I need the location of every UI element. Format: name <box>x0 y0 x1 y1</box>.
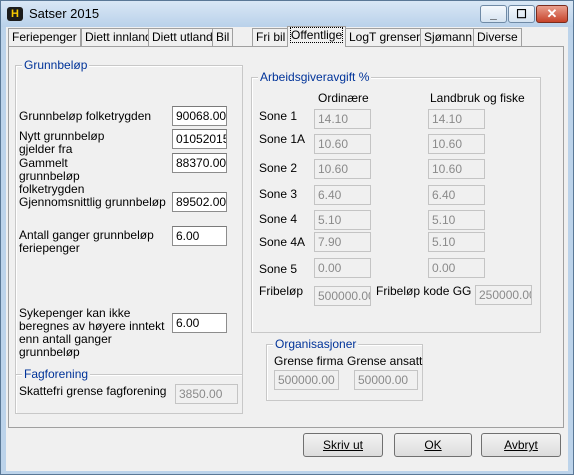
label-skattefri-grense: Skattefri grense fagforening <box>19 384 167 398</box>
window: H Satser 2015 _ ☐ ✕ Feriepenger Diett in… <box>0 0 574 475</box>
label-sone-4a: Sone 4A <box>259 235 306 249</box>
input-gammelt-grunnbelop[interactable]: 88370.00 <box>172 153 227 173</box>
print-button-label: Skriv ut <box>322 438 363 452</box>
tab-logt-grenser[interactable]: LogT grenser <box>345 28 425 46</box>
tab-fri-bil[interactable]: Fri bil <box>252 28 290 46</box>
tab-panel-offentlige: Grunnbeløp Grunnbeløp folketrygden 90068… <box>8 46 564 428</box>
cancel-button-label: Avbryt <box>504 438 538 452</box>
input-sone-3-ordinaere[interactable]: 6.40 <box>314 185 371 205</box>
input-grense-ansatt[interactable]: 50000.00 <box>354 370 418 390</box>
ok-button[interactable]: OK <box>394 433 472 457</box>
close-icon: ✕ <box>546 6 558 21</box>
tab-bil[interactable]: Bil <box>212 28 234 46</box>
label-fribelop: Fribeløp <box>259 284 304 298</box>
group-fagforening: Fagforening Skattefri grense fagforening… <box>15 367 243 414</box>
input-sone-5-ordinaere[interactable]: 0.00 <box>314 258 371 278</box>
input-sone-4a-ordinaere[interactable]: 7.90 <box>314 232 371 252</box>
minimize-icon: _ <box>490 7 497 21</box>
label-sone-3: Sone 3 <box>259 187 298 201</box>
maximize-button[interactable]: ☐ <box>508 5 535 23</box>
label-sone-4: Sone 4 <box>259 212 298 226</box>
label-sone-5: Sone 5 <box>259 262 298 276</box>
window-title: Satser 2015 <box>29 6 100 21</box>
input-sone-2-ordinaere[interactable]: 10.60 <box>314 159 371 179</box>
input-sone-4-ordinaere[interactable]: 5.10 <box>314 210 371 230</box>
group-organisasjoner: Organisasjoner Grense firma Grense ansat… <box>266 337 423 401</box>
input-sone-3-landbruk[interactable]: 6.40 <box>428 185 485 205</box>
input-grunnbelop-folketrygden[interactable]: 90068.00 <box>172 106 227 126</box>
title-bar[interactable]: H Satser 2015 _ ☐ ✕ <box>1 1 573 27</box>
input-sone-1a-ordinaere[interactable]: 10.60 <box>314 134 371 154</box>
label-fribelop-kode-gg: Fribeløp kode GG <box>376 284 472 298</box>
input-antall-ganger-feriepenger[interactable]: 6.00 <box>172 226 227 246</box>
input-sykepenger-antall-ganger[interactable]: 6.00 <box>172 313 227 333</box>
dialog-client: Feriepenger Diett innland Diett utland B… <box>6 26 568 471</box>
label-antall-ganger-feriepenger: Antall ganger grunnbeløp feriepenger <box>19 228 154 255</box>
maximize-icon: ☐ <box>516 7 527 21</box>
tab-feriepenger[interactable]: Feriepenger <box>8 28 81 46</box>
group-fagforening-title: Fagforening <box>22 367 91 381</box>
label-sone-1a: Sone 1A <box>259 132 306 146</box>
input-sone-1-landbruk[interactable]: 14.10 <box>428 109 485 129</box>
input-sone-1-ordinaere[interactable]: 14.10 <box>314 109 371 129</box>
group-arbeidsgiveravgift: Arbeidsgiveravgift % Ordinære Landbruk o… <box>251 70 541 333</box>
print-button[interactable]: Skriv ut <box>303 433 383 457</box>
input-sone-1a-landbruk[interactable]: 10.60 <box>428 134 485 154</box>
cancel-button[interactable]: Avbryt <box>481 433 561 457</box>
label-sykepenger-grense: Sykepenger kan ikke beregnes av høyere i… <box>19 306 165 359</box>
input-sone-5-landbruk[interactable]: 0.00 <box>428 258 485 278</box>
input-nytt-grunnbelop-dato[interactable]: 01052015 <box>172 129 227 149</box>
tab-offentlige-label: Offentlige <box>289 27 344 43</box>
label-grense-firma: Grense firma <box>274 354 344 368</box>
tab-sjomann[interactable]: Sjømann <box>420 28 477 46</box>
label-gammelt-grunnbelop: Gammelt grunnbeløp folketrygden <box>19 156 85 196</box>
minimize-button[interactable]: _ <box>480 5 507 23</box>
column-header-landbruk-fiske: Landbruk og fiske <box>430 91 525 105</box>
ok-button-label: OK <box>424 438 442 452</box>
label-sone-1: Sone 1 <box>259 109 298 123</box>
app-logo-icon: H <box>7 7 23 21</box>
label-grunnbelop-folketrygden: Grunnbeløp folketrygden <box>19 109 152 123</box>
group-grunnbelop: Grunnbeløp Grunnbeløp folketrygden 90068… <box>15 58 243 375</box>
input-sone-4a-landbruk[interactable]: 5.10 <box>428 232 485 252</box>
tab-diverse[interactable]: Diverse <box>473 28 522 46</box>
tab-diett-utland[interactable]: Diett utland <box>148 28 217 46</box>
group-grunnbelop-title: Grunnbeløp <box>22 58 90 72</box>
input-grense-firma[interactable]: 500000.00 <box>274 370 339 390</box>
input-sone-4-landbruk[interactable]: 5.10 <box>428 210 485 230</box>
input-skattefri-grense-fagforening[interactable]: 3850.00 <box>175 384 238 404</box>
label-sone-2: Sone 2 <box>259 161 298 175</box>
label-nytt-grunnbelop: Nytt grunnbeløp gjelder fra <box>19 129 105 156</box>
group-arbeidsgiveravgift-title: Arbeidsgiveravgift % <box>258 70 372 84</box>
input-fribelop[interactable]: 500000.00 <box>314 286 371 306</box>
input-sone-2-landbruk[interactable]: 10.60 <box>428 159 485 179</box>
label-gjennomsnittlig-grunnbelop: Gjennomsnittlig grunnbeløp <box>19 195 166 209</box>
close-button[interactable]: ✕ <box>536 5 568 23</box>
input-fribelop-kode-gg[interactable]: 250000.00 <box>475 285 532 305</box>
column-header-ordinaere: Ordinære <box>318 91 369 105</box>
label-grense-ansatt: Grense ansatt <box>347 354 423 368</box>
tab-offentlige[interactable]: Offentlige <box>287 26 347 47</box>
tab-diett-innland[interactable]: Diett innland <box>81 28 156 46</box>
group-organisasjoner-title: Organisasjoner <box>273 337 359 351</box>
input-gjennomsnittlig-grunnbelop[interactable]: 89502.00 <box>172 192 227 212</box>
